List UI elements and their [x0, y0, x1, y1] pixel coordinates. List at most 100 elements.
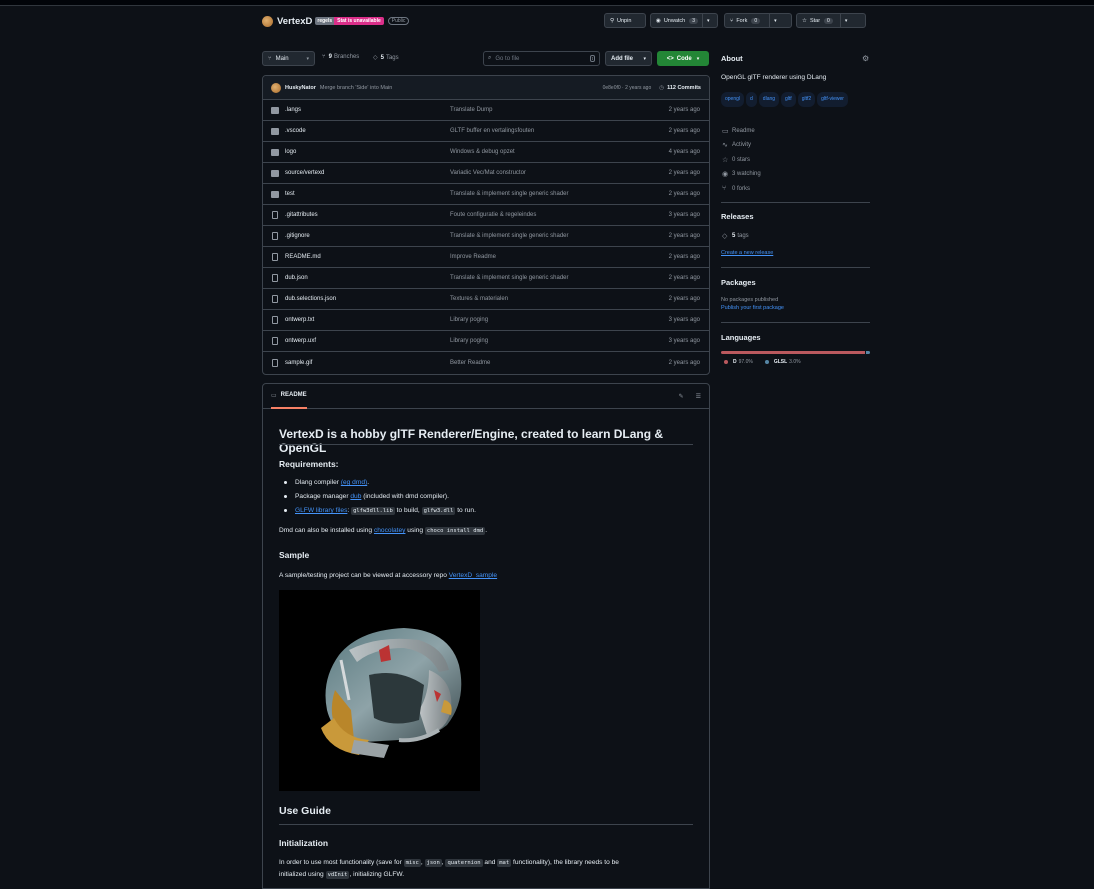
branches-link[interactable]: ⑂ 9 Branches — [322, 54, 359, 60]
file-name[interactable]: sample.gif — [285, 360, 450, 366]
file-commit-message[interactable]: Library poging — [450, 317, 488, 323]
release-tags-link[interactable]: ◇ 5 tags — [722, 232, 749, 240]
readme-panel: ▭ README ✎ ☰ VertexD is a hobby glTF Ren… — [262, 383, 710, 889]
file-commit-message[interactable]: GLTF buffer en vertalingsfouten — [450, 128, 534, 134]
create-release-link[interactable]: Create a new release — [721, 250, 773, 256]
file-row[interactable]: test Translate & implement single generic… — [263, 184, 709, 205]
sidebar-divider — [721, 322, 870, 323]
file-row[interactable]: logo Windows & debug opzet 4 years ago — [263, 142, 709, 163]
sample-paragraph: A sample/testing project can be viewed a… — [279, 572, 497, 579]
glfw-link[interactable]: GLFW library files — [295, 507, 347, 514]
file-name[interactable]: test — [285, 191, 450, 197]
forks-link[interactable]: ⑂ 0 forks — [722, 185, 750, 192]
file-row[interactable]: dub.selections.json Textures & materialen… — [263, 289, 709, 310]
file-icon — [272, 358, 278, 367]
file-row[interactable]: source/vertexd Variadic Vec/Mat construct… — [263, 163, 709, 184]
topic-tag[interactable]: dlang — [758, 92, 780, 107]
language-legend-item[interactable]: D 97.0% — [724, 359, 753, 365]
owner-avatar[interactable] — [262, 15, 273, 27]
unpin-button[interactable]: ⚲ Unpin — [604, 13, 646, 28]
file-commit-message[interactable]: Windows & debug opzet — [450, 149, 515, 155]
file-name[interactable]: .gitattributes — [285, 212, 450, 218]
packages-heading[interactable]: Packages — [721, 278, 756, 287]
file-commit-message[interactable]: Improve Readme — [450, 254, 496, 260]
folder-icon — [271, 106, 279, 114]
dmd-link[interactable]: (eg dmd) — [341, 479, 367, 486]
file-name[interactable]: .gitignore — [285, 233, 450, 239]
file-name[interactable]: ontwerp.uxf — [285, 338, 450, 344]
readme-tab[interactable]: ▭ README — [271, 384, 307, 409]
watching-link[interactable]: ◉ 3 watching — [722, 170, 761, 178]
commits-link[interactable]: ◷ 112 Commits — [659, 85, 701, 91]
file-commit-message[interactable]: Translate & implement single generic sha… — [450, 233, 569, 239]
file-name[interactable]: README.md — [285, 254, 450, 260]
topic-tag[interactable]: d — [746, 92, 757, 107]
go-to-file-search[interactable]: ⌕ Go to file t — [483, 51, 600, 66]
branch-selector[interactable]: ⑂ Main ▾ — [262, 51, 315, 66]
star-button[interactable]: ☆ Star 0 ▾ — [796, 13, 866, 28]
topic-tag[interactable]: opengl — [721, 92, 745, 107]
chevron-down-icon[interactable]: ▾ — [845, 18, 848, 24]
pencil-icon[interactable]: ✎ — [679, 393, 684, 400]
stars-link[interactable]: ☆ 0 stars — [722, 156, 750, 164]
file-commit-message[interactable]: Better Readme — [450, 360, 490, 366]
file-row[interactable]: .gitignore Translate & implement single g… — [263, 226, 709, 247]
chocolatey-link[interactable]: chocolatey — [374, 527, 406, 534]
file-name[interactable]: logo — [285, 149, 450, 155]
outline-list-icon[interactable]: ☰ — [696, 393, 701, 400]
file-commit-message[interactable]: Translate Dump — [450, 107, 492, 113]
code-button[interactable]: <> Code ▾ — [657, 51, 709, 66]
chevron-down-icon[interactable]: ▾ — [774, 18, 777, 24]
file-name[interactable]: dub.json — [285, 275, 450, 281]
dub-link[interactable]: dub — [350, 493, 361, 500]
author-avatar[interactable] — [271, 82, 281, 93]
commit-hash-time[interactable]: 0e8e0f0 · 2 years ago — [603, 85, 652, 91]
file-name[interactable]: ontwerp.txt — [285, 317, 450, 323]
vertexd-sample-link[interactable]: VertexD_sample — [449, 572, 497, 579]
file-row[interactable]: .vscode GLTF buffer en vertalingsfouten 2 … — [263, 121, 709, 142]
file-name[interactable]: .langs — [285, 107, 450, 113]
file-commit-message[interactable]: Translate & implement single generic sha… — [450, 275, 569, 281]
readme-link[interactable]: ▭ Readme — [722, 127, 755, 135]
file-row[interactable]: README.md Improve Readme 2 years ago — [263, 247, 709, 268]
file-row[interactable]: dub.json Translate & implement single gen… — [263, 268, 709, 289]
file-commit-message[interactable]: Textures & materialen — [450, 296, 508, 302]
file-name[interactable]: .vscode — [285, 128, 450, 134]
unwatch-button[interactable]: ◉ Unwatch 3 ▾ — [650, 13, 718, 28]
topic-tag[interactable]: gltf2 — [797, 92, 816, 107]
commit-message[interactable]: Merge branch 'Side' into Main — [320, 85, 392, 91]
about-heading: About — [721, 54, 743, 63]
file-row[interactable]: ontwerp.txt Library poging 3 years ago — [263, 310, 709, 331]
releases-heading[interactable]: Releases — [721, 212, 754, 221]
publish-package-link[interactable]: Publish your first package — [721, 305, 784, 311]
req2-text: Package manager — [295, 493, 351, 500]
file-row[interactable]: .gitattributes Foute configuratie & regel… — [263, 205, 709, 226]
repo-name[interactable]: VertexD — [277, 16, 312, 27]
file-row[interactable]: sample.gif Better Readme 2 years ago — [263, 352, 709, 373]
file-name[interactable]: source/vertexd — [285, 170, 450, 176]
topic-tag[interactable]: gltf — [781, 92, 796, 107]
topic-tag[interactable]: gltf-viewer — [817, 92, 848, 107]
file-commit-message[interactable]: Variadic Vec/Mat constructor — [450, 170, 526, 176]
file-name[interactable]: dub.selections.json — [285, 296, 450, 302]
language-legend-item[interactable]: GLSL 3.0% — [764, 359, 801, 365]
file-row[interactable]: ontwerp.uxf Library poging 3 years ago — [263, 331, 709, 352]
fork-button[interactable]: ⑂ Fork 0 ▾ — [724, 13, 792, 28]
file-commit-message[interactable]: Library poging — [450, 338, 488, 344]
init-text2: initialized using — [279, 871, 326, 878]
gear-icon[interactable]: ⚙ — [862, 54, 869, 63]
bullet — [284, 481, 287, 484]
file-commit-message[interactable]: Foute configuratie & regeleindes — [450, 212, 536, 218]
chevron-down-icon[interactable]: ▾ — [707, 18, 710, 24]
activity-link[interactable]: ∿ Activity — [722, 141, 751, 149]
file-commit-message[interactable]: Translate & implement single generic sha… — [450, 191, 569, 197]
file-icon — [272, 232, 278, 240]
tags-label: Tags — [385, 54, 399, 61]
book-icon: ▭ — [271, 392, 277, 399]
readme-header: ▭ README ✎ ☰ — [263, 384, 709, 409]
commit-author[interactable]: HuskyNator — [285, 85, 316, 91]
add-file-button[interactable]: Add file ▾ — [605, 51, 652, 66]
req2-end: (included with dmd compiler). — [361, 493, 449, 500]
file-row[interactable]: .langs Translate Dump 2 years ago — [263, 100, 709, 121]
tags-link[interactable]: ◇ 5 Tags — [373, 54, 399, 62]
